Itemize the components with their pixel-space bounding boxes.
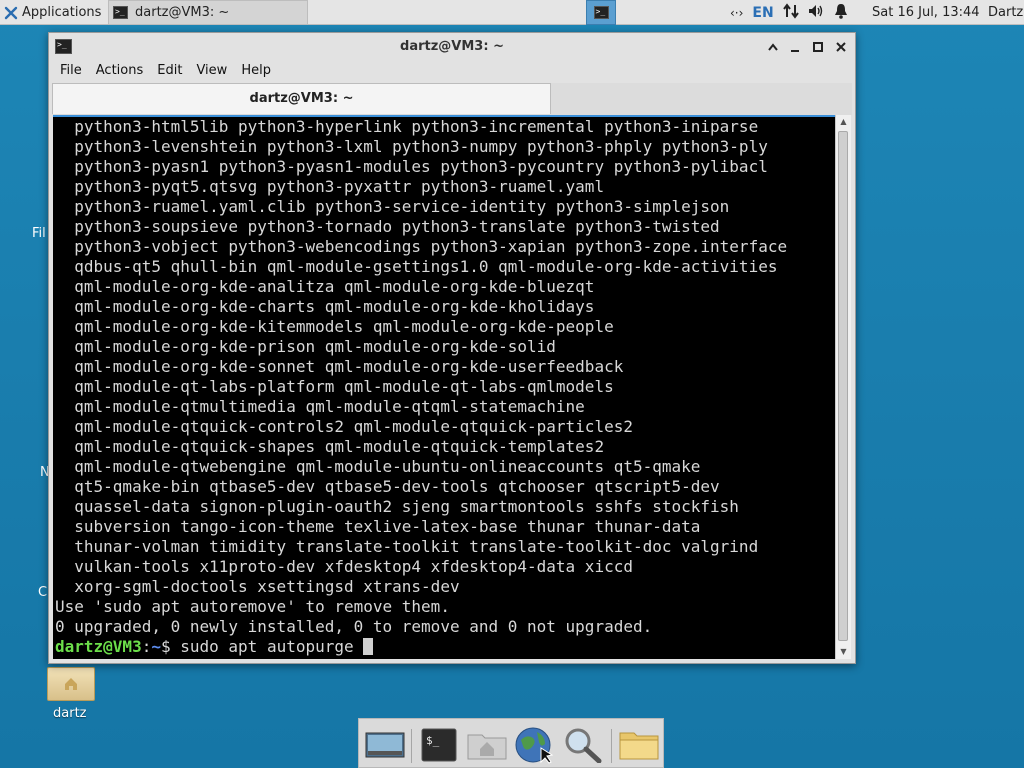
globe-icon: [515, 727, 554, 764]
terminal-window: >_ dartz@VM3: ~ File Actions Edit View H…: [48, 32, 856, 664]
language-indicator[interactable]: EN: [752, 5, 773, 21]
terminal-line: qml-module-org-kde-prison qml-module-org…: [55, 337, 556, 356]
tab-terminal[interactable]: dartz@VM3: ~: [52, 83, 551, 114]
terminal-line: python3-soupsieve python3-tornado python…: [55, 217, 720, 236]
terminal-line: qml-module-qtquick-shapes qml-module-qtq…: [55, 437, 605, 456]
folder-icon: [619, 732, 659, 760]
network-icon[interactable]: [782, 2, 799, 23]
xfce-logo-icon: [4, 6, 18, 19]
volume-icon[interactable]: [808, 3, 825, 23]
terminal-icon: $_: [421, 728, 457, 762]
taskbar-window-label: dartz@VM3: ~: [135, 5, 230, 20]
terminal-line: python3-html5lib python3-hyperlink pytho…: [55, 117, 759, 136]
menu-view[interactable]: View: [189, 61, 234, 83]
dock-separator: [411, 729, 412, 763]
menu-actions[interactable]: Actions: [89, 61, 151, 83]
menu-bar: File Actions Edit View Help: [53, 61, 278, 83]
terminal-line: qml-module-qt-labs-platform qml-module-q…: [55, 377, 614, 396]
terminal-line: xorg-sgml-doctools xsettingsd xtrans-dev: [55, 577, 460, 596]
window-close-button[interactable]: [831, 37, 851, 57]
app-finder-launcher[interactable]: [561, 726, 605, 764]
clock[interactable]: Sat 16 Jul, 13:44: [872, 0, 980, 25]
menu-help[interactable]: Help: [234, 61, 278, 83]
terminal-line: qml-module-qtmultimedia qml-module-qtqml…: [55, 397, 585, 416]
system-tray: ‹·› EN: [730, 0, 857, 25]
workspace-switcher-button[interactable]: >_: [586, 0, 616, 25]
terminal-line: subversion tango-icon-theme texlive-late…: [55, 517, 701, 536]
window-shade-button[interactable]: [763, 37, 783, 57]
prompt-symbol: $: [160, 637, 181, 656]
terminal-text: python3-html5lib python3-hyperlink pytho…: [55, 117, 787, 657]
web-browser-launcher[interactable]: [513, 726, 557, 764]
terminal-line: qml-module-org-kde-kitemmodels qml-modul…: [55, 317, 614, 336]
keyboard-layout-icon[interactable]: ‹·›: [730, 6, 743, 20]
top-panel: Applications >_ dartz@VM3: ~ >_ ‹·› EN S…: [0, 0, 1024, 25]
terminal-launcher[interactable]: $_: [417, 726, 461, 764]
terminal-line: qdbus-qt5 qhull-bin qml-module-gsettings…: [55, 257, 778, 276]
terminal-line: qml-module-qtquick-controls2 qml-module-…: [55, 417, 633, 436]
text-cursor: [363, 638, 374, 655]
notification-bell-icon[interactable]: [834, 3, 848, 23]
terminal-line: qml-module-org-kde-sonnet qml-module-org…: [55, 357, 624, 376]
dock-separator: [611, 729, 612, 763]
home-folder-label[interactable]: dartz: [53, 706, 86, 721]
home-folder-icon[interactable]: [47, 667, 95, 701]
scrollbar-thumb[interactable]: [838, 131, 848, 641]
menu-file[interactable]: File: [53, 61, 89, 83]
file-manager-launcher[interactable]: [617, 726, 661, 764]
prompt-separator: :: [141, 637, 152, 656]
window-title: dartz@VM3: ~: [400, 39, 504, 54]
window-maximize-button[interactable]: [808, 37, 828, 57]
applications-label: Applications: [22, 5, 102, 20]
home-folder-launcher[interactable]: [465, 726, 509, 764]
terminal-icon: >_: [113, 6, 128, 19]
prompt-path: ~: [151, 637, 161, 656]
desktop-icon-label-clipped[interactable]: Fil: [32, 226, 46, 241]
command-input[interactable]: sudo apt autopurge: [180, 637, 363, 656]
terminal-scrollbar[interactable]: ▲ ▼: [835, 115, 851, 659]
terminal-line: 0 upgraded, 0 newly installed, 0 to remo…: [55, 617, 653, 636]
terminal-line: qt5-qmake-bin qtbase5-dev qtbase5-dev-to…: [55, 477, 720, 496]
terminal-line: qml-module-qtwebengine qml-module-ubuntu…: [55, 457, 701, 476]
terminal-line: qml-module-org-kde-charts qml-module-org…: [55, 297, 595, 316]
applications-menu-button[interactable]: Applications: [0, 0, 105, 25]
magnifier-icon: [565, 728, 602, 763]
terminal-line: thunar-volman timidity translate-toolkit…: [55, 537, 759, 556]
window-minimize-button[interactable]: [785, 37, 805, 57]
terminal-line: python3-ruamel.yaml.clib python3-service…: [55, 197, 730, 216]
home-folder-icon: [467, 734, 507, 760]
prompt-user: dartz@VM3: [55, 637, 142, 656]
terminal-output[interactable]: python3-html5lib python3-hyperlink pytho…: [53, 115, 835, 659]
terminal-line: python3-pyasn1 python3-pyasn1-modules py…: [55, 157, 768, 176]
scroll-up-arrow-icon[interactable]: ▲: [836, 115, 851, 129]
terminal-line: python3-levenshtein python3-lxml python3…: [55, 137, 768, 156]
terminal-line: vulkan-tools x11proto-dev xfdesktop4 xfd…: [55, 557, 633, 576]
terminal-line: Use 'sudo apt autoremove' to remove them…: [55, 597, 450, 616]
terminal-line: qml-module-org-kde-analitza qml-module-o…: [55, 277, 595, 296]
desktop-icon-label-clipped[interactable]: C: [38, 585, 47, 600]
terminal-prompt-line: dartz@VM3:~$ sudo apt autopurge: [55, 637, 787, 657]
show-desktop-button[interactable]: [363, 726, 407, 764]
terminal-line: quassel-data signon-plugin-oauth2 sjeng …: [55, 497, 739, 516]
user-menu[interactable]: Dartz: [988, 0, 1023, 25]
terminal-icon: >_: [593, 6, 609, 19]
show-desktop-icon: [365, 732, 405, 758]
scroll-down-arrow-icon[interactable]: ▼: [836, 645, 851, 659]
taskbar-window-button[interactable]: >_ dartz@VM3: ~: [108, 0, 308, 25]
terminal-line: python3-vobject python3-webencodings pyt…: [55, 237, 788, 256]
menu-edit[interactable]: Edit: [150, 61, 189, 83]
terminal-line: python3-pyqt5.qtsvg python3-pyxattr pyth…: [55, 177, 605, 196]
svg-text:$_: $_: [426, 734, 440, 747]
window-titlebar[interactable]: >_ dartz@VM3: ~: [49, 33, 855, 61]
bottom-dock: $_: [358, 718, 664, 768]
tab-bar: dartz@VM3: ~: [52, 83, 852, 115]
